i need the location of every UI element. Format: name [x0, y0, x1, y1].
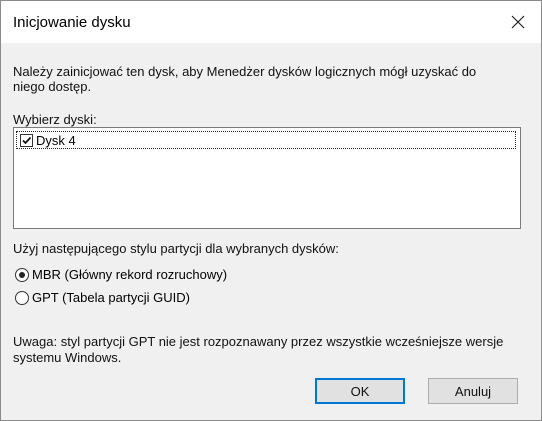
description-text: Należy zainicjować ten dysk, aby Menedże…: [13, 64, 477, 94]
initialize-disk-dialog: Inicjowanie dysku Należy zainicjować ten…: [0, 0, 542, 421]
mbr-label: MBR (Główny rekord rozruchowy): [32, 267, 228, 282]
title-bar: Inicjowanie dysku: [1, 1, 541, 43]
partition-style-label: Użyj następującego stylu partycji dla wy…: [13, 241, 339, 256]
disk-4-label: Dysk 4: [36, 132, 76, 148]
disk-listbox[interactable]: Dysk 4: [13, 127, 521, 229]
list-item-disk-4[interactable]: Dysk 4: [16, 131, 516, 149]
cancel-button[interactable]: Anuluj: [428, 378, 518, 404]
radio-selected-dot: [19, 271, 25, 278]
mbr-radio-button[interactable]: [15, 267, 29, 282]
gpt-note-text: Uwaga: styl partycji GPT nie jest rozpoz…: [13, 334, 504, 365]
close-icon: [511, 15, 525, 29]
gpt-radio-button[interactable]: [15, 290, 29, 305]
gpt-label: GPT (Tabela partycji GUID): [32, 290, 190, 305]
dialog-title: Inicjowanie dysku: [13, 14, 131, 31]
checkmark-icon: [22, 136, 32, 144]
close-button[interactable]: [495, 1, 541, 43]
disk-4-checkbox[interactable]: [20, 133, 33, 147]
select-disks-label: Wybierz dyski:: [13, 112, 97, 127]
ok-button[interactable]: OK: [315, 378, 405, 404]
radio-gpt[interactable]: GPT (Tabela partycji GUID): [15, 290, 190, 305]
radio-mbr[interactable]: MBR (Główny rekord rozruchowy): [15, 267, 227, 282]
